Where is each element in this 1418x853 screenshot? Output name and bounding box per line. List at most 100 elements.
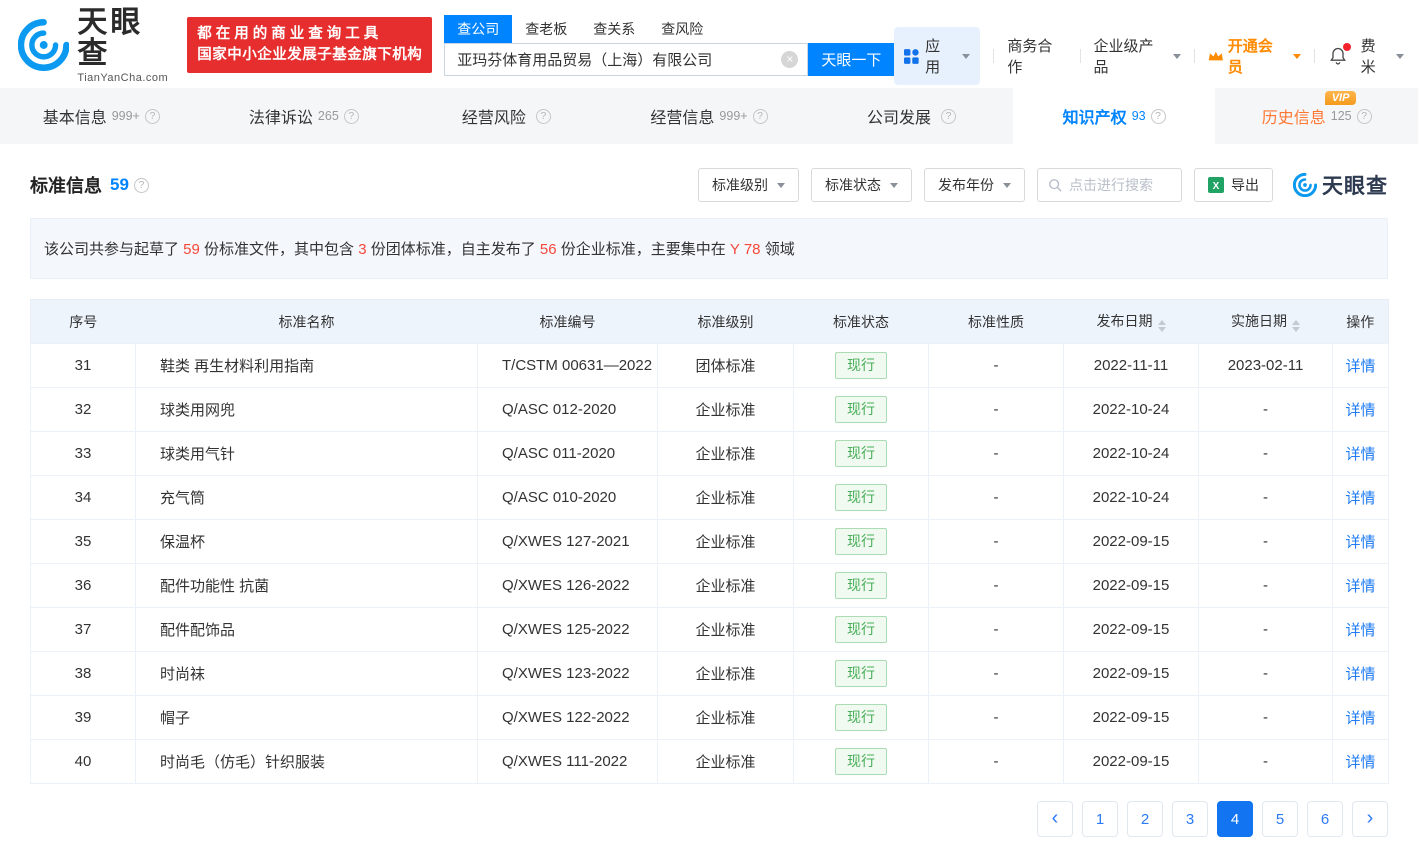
tianyancha-logo-icon	[18, 19, 69, 71]
cell-standard-level: 企业标准	[658, 652, 794, 696]
cell-standard-name: 球类用气针	[136, 432, 478, 476]
cell-standard-level: 团体标准	[658, 344, 794, 388]
table-row: 39 帽子 Q/XWES 122-2022 企业标准 现行 - 2022-09-…	[31, 696, 1389, 740]
table-search-input[interactable]	[1069, 177, 1171, 193]
detail-link[interactable]: 详情	[1345, 402, 1375, 419]
col-seq: 序号	[31, 300, 136, 344]
detail-link[interactable]: 详情	[1345, 622, 1375, 639]
cell-standard-nature: -	[929, 740, 1064, 784]
cell-seq: 32	[31, 388, 136, 432]
nav-open-membership[interactable]: 开通会员	[1208, 35, 1301, 77]
summary-segment: 3	[358, 241, 366, 258]
company-section-tab[interactable]: 法律诉讼 265 ?	[203, 88, 406, 144]
company-section-tab[interactable]: VIP 历史信息 125 ?	[1215, 88, 1418, 144]
company-section-tab[interactable]: 经营信息 999+ ?	[608, 88, 811, 144]
cell-standard-nature: -	[929, 564, 1064, 608]
cell-standard-name: 配件功能性 抗菌	[136, 564, 478, 608]
logo[interactable]: 天眼查 TianYanCha.com	[18, 7, 175, 84]
cell-standard-status: 现行	[794, 388, 929, 432]
clear-search-icon[interactable]: ×	[781, 51, 798, 68]
filter-dropdown[interactable]: 标准级别	[698, 168, 799, 202]
notification-bell-icon[interactable]	[1328, 46, 1348, 66]
nav-business-cooperation[interactable]: 商务合作	[1007, 35, 1066, 77]
col-publish-date[interactable]: 发布日期	[1064, 300, 1199, 344]
next-page-button[interactable]: ›	[1352, 801, 1388, 837]
cell-standard-status: 现行	[794, 696, 929, 740]
cell-seq: 36	[31, 564, 136, 608]
company-section-tab[interactable]: 公司发展 ?	[810, 88, 1013, 144]
cell-standard-level: 企业标准	[658, 696, 794, 740]
detail-link[interactable]: 详情	[1345, 534, 1375, 551]
detail-link[interactable]: 详情	[1345, 754, 1375, 771]
col-standard-status: 标准状态	[794, 300, 929, 344]
cell-standard-name: 帽子	[136, 696, 478, 740]
cell-standard-status: 现行	[794, 608, 929, 652]
cell-action: 详情	[1333, 344, 1389, 388]
summary-segment: 份标准文件，其中包含	[204, 241, 358, 258]
search-type-tab[interactable]: 查公司	[444, 15, 512, 43]
detail-link[interactable]: 详情	[1345, 490, 1375, 507]
slogan-line-2: 国家中小企业发展子基金旗下机构	[197, 45, 422, 66]
cell-standard-code: Q/XWES 127-2021	[478, 520, 658, 564]
status-badge: 现行	[835, 748, 887, 775]
filter-group: 标准级别 标准状态 发布年份	[698, 168, 1025, 202]
cell-publish-date: 2022-10-24	[1064, 476, 1199, 520]
filter-dropdown[interactable]: 发布年份	[924, 168, 1025, 202]
nav-enterprise-products[interactable]: 企业级产品	[1093, 35, 1181, 77]
page-button[interactable]: 3	[1172, 801, 1208, 837]
company-search-input[interactable]	[457, 51, 781, 68]
table-row: 36 配件功能性 抗菌 Q/XWES 126-2022 企业标准 现行 - 20…	[31, 564, 1389, 608]
sort-icon[interactable]	[1292, 320, 1300, 332]
detail-link[interactable]: 详情	[1345, 666, 1375, 683]
prev-page-button[interactable]: ‹	[1037, 801, 1073, 837]
cell-standard-nature: -	[929, 476, 1064, 520]
cell-standard-name: 时尚袜	[136, 652, 478, 696]
cell-standard-code: Q/XWES 111-2022	[478, 740, 658, 784]
company-section-tab[interactable]: 经营风险 ?	[405, 88, 608, 144]
cell-action: 详情	[1333, 476, 1389, 520]
detail-link[interactable]: 详情	[1345, 358, 1375, 375]
search-button[interactable]: 天眼一下	[808, 43, 894, 76]
status-badge: 现行	[835, 352, 887, 379]
detail-link[interactable]: 详情	[1345, 710, 1375, 727]
status-badge: 现行	[835, 484, 887, 511]
cell-standard-name: 鞋类 再生材料利用指南	[136, 344, 478, 388]
page-button[interactable]: 1	[1082, 801, 1118, 837]
sort-icon[interactable]	[1158, 320, 1166, 332]
crown-icon	[1208, 50, 1224, 63]
cell-implement-date: -	[1199, 476, 1333, 520]
help-icon: ?	[1151, 109, 1166, 124]
company-section-tab[interactable]: 知识产权 93 ?	[1013, 88, 1216, 144]
nav-user-menu[interactable]: 费米	[1361, 35, 1404, 77]
search-type-tab[interactable]: 查老板	[512, 15, 580, 43]
status-badge: 现行	[835, 660, 887, 687]
apps-menu[interactable]: 应用	[894, 27, 980, 85]
export-button[interactable]: X 导出	[1194, 168, 1273, 202]
cell-standard-name: 球类用网兜	[136, 388, 478, 432]
cell-publish-date: 2022-09-15	[1064, 652, 1199, 696]
page-buttons: 1 2 3 4 5 6	[1082, 801, 1343, 837]
col-implement-date[interactable]: 实施日期	[1199, 300, 1333, 344]
main-content: 标准信息 59 ? 标准级别 标准状态 发布年份	[0, 168, 1418, 837]
page-button[interactable]: 4	[1217, 801, 1253, 837]
summary-segment: Y 78	[730, 241, 761, 258]
filter-dropdown[interactable]: 标准状态	[811, 168, 912, 202]
cell-standard-code: Q/XWES 125-2022	[478, 608, 658, 652]
search-type-tab[interactable]: 查风险	[648, 15, 716, 43]
detail-link[interactable]: 详情	[1345, 446, 1375, 463]
page-button[interactable]: 2	[1127, 801, 1163, 837]
cell-standard-status: 现行	[794, 652, 929, 696]
cell-implement-date: -	[1199, 696, 1333, 740]
cell-standard-name: 时尚毛（仿毛）针织服装	[136, 740, 478, 784]
standards-table: 序号 标准名称 标准编号 标准级别 标准状态 标准性质 发布日期 实施日期 操作…	[30, 299, 1389, 784]
col-action: 操作	[1333, 300, 1389, 344]
page-button[interactable]: 5	[1262, 801, 1298, 837]
search-type-tab[interactable]: 查关系	[580, 15, 648, 43]
cell-standard-status: 现行	[794, 520, 929, 564]
detail-link[interactable]: 详情	[1345, 578, 1375, 595]
cell-standard-nature: -	[929, 344, 1064, 388]
chevron-down-icon	[777, 183, 785, 188]
company-section-tab[interactable]: 基本信息 999+ ?	[0, 88, 203, 144]
page-button[interactable]: 6	[1307, 801, 1343, 837]
cell-standard-status: 现行	[794, 740, 929, 784]
